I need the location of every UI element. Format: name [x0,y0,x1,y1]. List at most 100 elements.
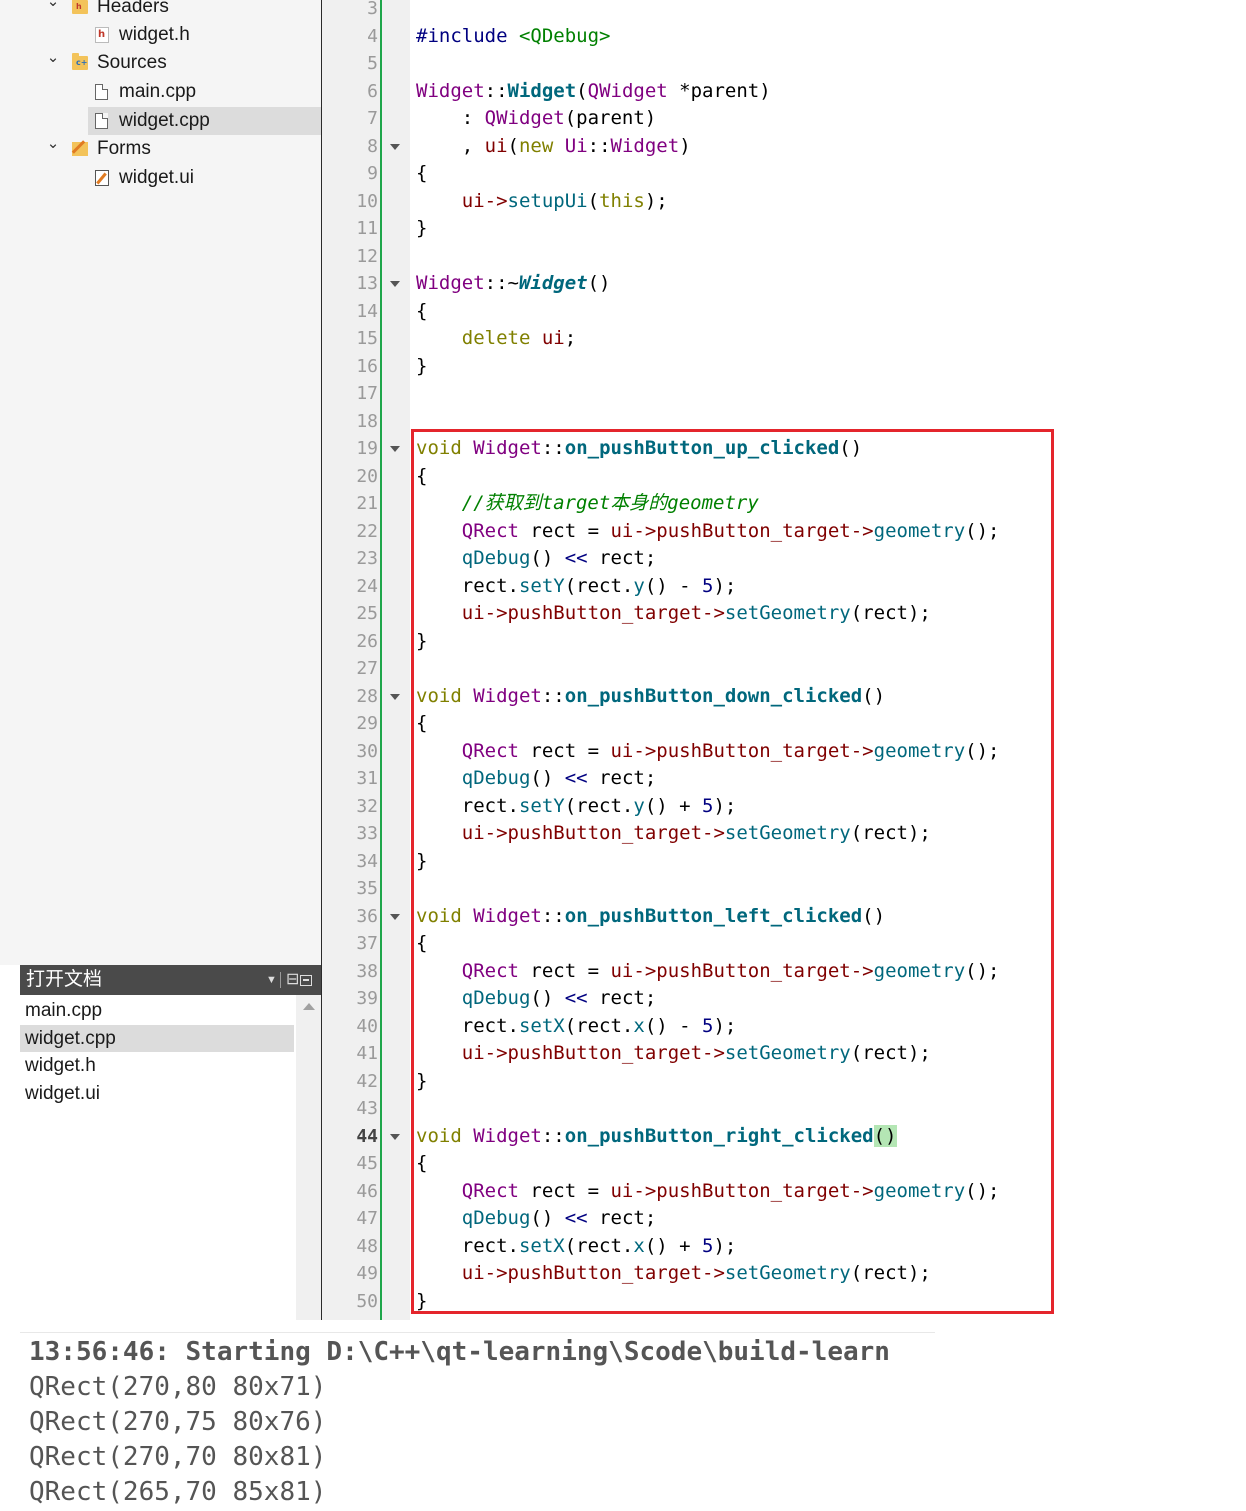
open-document-item[interactable]: widget.h [20,1052,294,1079]
separator [280,972,281,988]
output-start-line: 13:56:46: Starting D:\C++\qt-learning\Sc… [29,1337,890,1367]
tree-item-label: main.cpp [119,81,197,102]
chevron-down-icon[interactable]: ⌄ [45,44,61,72]
line-number: 42 [356,1070,378,1092]
code-line: , ui(new Ui::Widget) [416,133,691,161]
open-documents-list: main.cpp widget.cpp widget.h widget.ui [20,995,296,1320]
code-line: Widget::~Widget() [416,270,611,298]
line-number: 27 [356,658,378,679]
fold-arrow-icon[interactable] [390,913,400,920]
tree-item-widget-ui[interactable]: widget.ui [0,164,321,192]
line-number: 9 [367,163,378,184]
tree-item-label: widget.cpp [119,110,210,131]
line-number: 35 [356,878,378,899]
code-token: QWidget [587,79,668,102]
fold-arrow-icon[interactable] [390,281,400,287]
code-line: { [416,160,427,188]
output-separator [20,1332,935,1333]
dropdown-arrow-icon[interactable]: ▼ [266,965,277,995]
code-token: () [587,272,611,294]
code-token: this [599,189,645,212]
fold-arrow-icon[interactable] [390,693,400,700]
line-number-gutter: 3 4 5 6 7 8 9 10 11 12 13 14 15 16 17 18 19 20 21 22 23 24 25 2… [322,0,410,1320]
line-number: 49 [356,1263,378,1284]
line-number: 39 [356,988,378,1009]
chevron-down-icon[interactable]: ⌄ [45,0,61,16]
fold-arrow-icon[interactable] [390,1133,400,1140]
forms-folder-icon [72,142,88,156]
line-number: 29 [356,713,378,734]
line-number: 26 [356,630,378,652]
line-number: 36 [356,905,378,927]
folder-badge-icon: h [76,2,82,11]
code-token: Widget [518,272,588,294]
line-number: 50 [356,1290,378,1312]
tree-item-sources[interactable]: ⌄ c+ Sources [0,49,321,77]
code-token: Widget [416,79,485,102]
line-number: 14 [356,300,378,322]
code-line: #include <QDebug> [416,23,610,51]
open-documents-title: 打开文档 [26,969,103,990]
line-number: 4 [367,25,378,47]
code-token: ui [541,327,565,349]
code-token: QWidget [484,107,565,129]
code-token: { [416,162,428,184]
code-line: } [416,215,427,243]
tree-item-main-cpp[interactable]: main.cpp [0,78,321,106]
chevron-down-icon[interactable]: ⌄ [45,130,61,158]
fold-arrow-icon[interactable] [390,446,400,452]
output-line: QRect(270,80 80x71) [29,1372,327,1402]
close-pane-icon[interactable] [300,975,312,986]
fold-arrow-icon[interactable] [390,143,400,150]
output-line: QRect(265,70 85x81) [29,1477,327,1507]
line-number: 16 [356,355,378,377]
code-token: setupUi [507,189,588,212]
line-number: 11 [356,218,378,239]
source-file-icon [95,113,108,129]
open-document-item[interactable]: widget.ui [20,1080,294,1107]
tree-item-widget-cpp[interactable]: widget.cpp [88,107,321,135]
code-token: Widget [416,272,485,294]
scroll-up-arrow-icon[interactable] [303,1003,315,1010]
code-token: ui [461,189,485,212]
line-number: 34 [356,850,378,872]
output-line: QRect(270,75 80x76) [29,1407,327,1437]
application-output-pane: 13:56:46: Starting D:\C++\qt-learning\Sc… [0,1320,1246,1511]
line-number: 7 [367,108,378,129]
code-token: ( [507,134,519,157]
code-token: ; [564,327,577,349]
code-token: ui [484,134,508,157]
line-number: 47 [356,1208,378,1229]
code-token: { [416,299,428,322]
form-file-icon [95,170,109,186]
open-documents-scrollbar[interactable] [296,995,321,1320]
folder-icon: c+ [72,53,88,70]
code-token: -> [484,189,508,212]
line-number: 41 [356,1043,378,1064]
line-number: 48 [356,1235,378,1257]
open-document-item[interactable]: widget.cpp [20,1024,294,1052]
line-number: 46 [356,1180,378,1202]
line-number: 45 [356,1153,378,1174]
code-token: } [416,354,428,377]
tree-item-headers[interactable]: ⌄ h Headers [0,0,321,21]
tree-item-forms[interactable]: ⌄ Forms [0,135,321,163]
code-token: ::~ [484,272,519,294]
code-token: Ui [564,134,588,157]
open-document-item[interactable]: main.cpp [20,997,294,1024]
code-token: *parent) [667,79,771,102]
line-number: 18 [356,410,378,432]
code-token: new [518,134,554,157]
source-file-icon [95,84,108,100]
split-icon[interactable]: ⊟ [286,965,299,995]
code-line: delete ui; [416,325,576,353]
line-number: 12 [356,245,378,267]
folder-badge-icon: c+ [76,58,88,67]
line-number: 21 [356,493,378,514]
line-number: 5 [367,53,378,74]
line-number: 20 [356,465,378,487]
